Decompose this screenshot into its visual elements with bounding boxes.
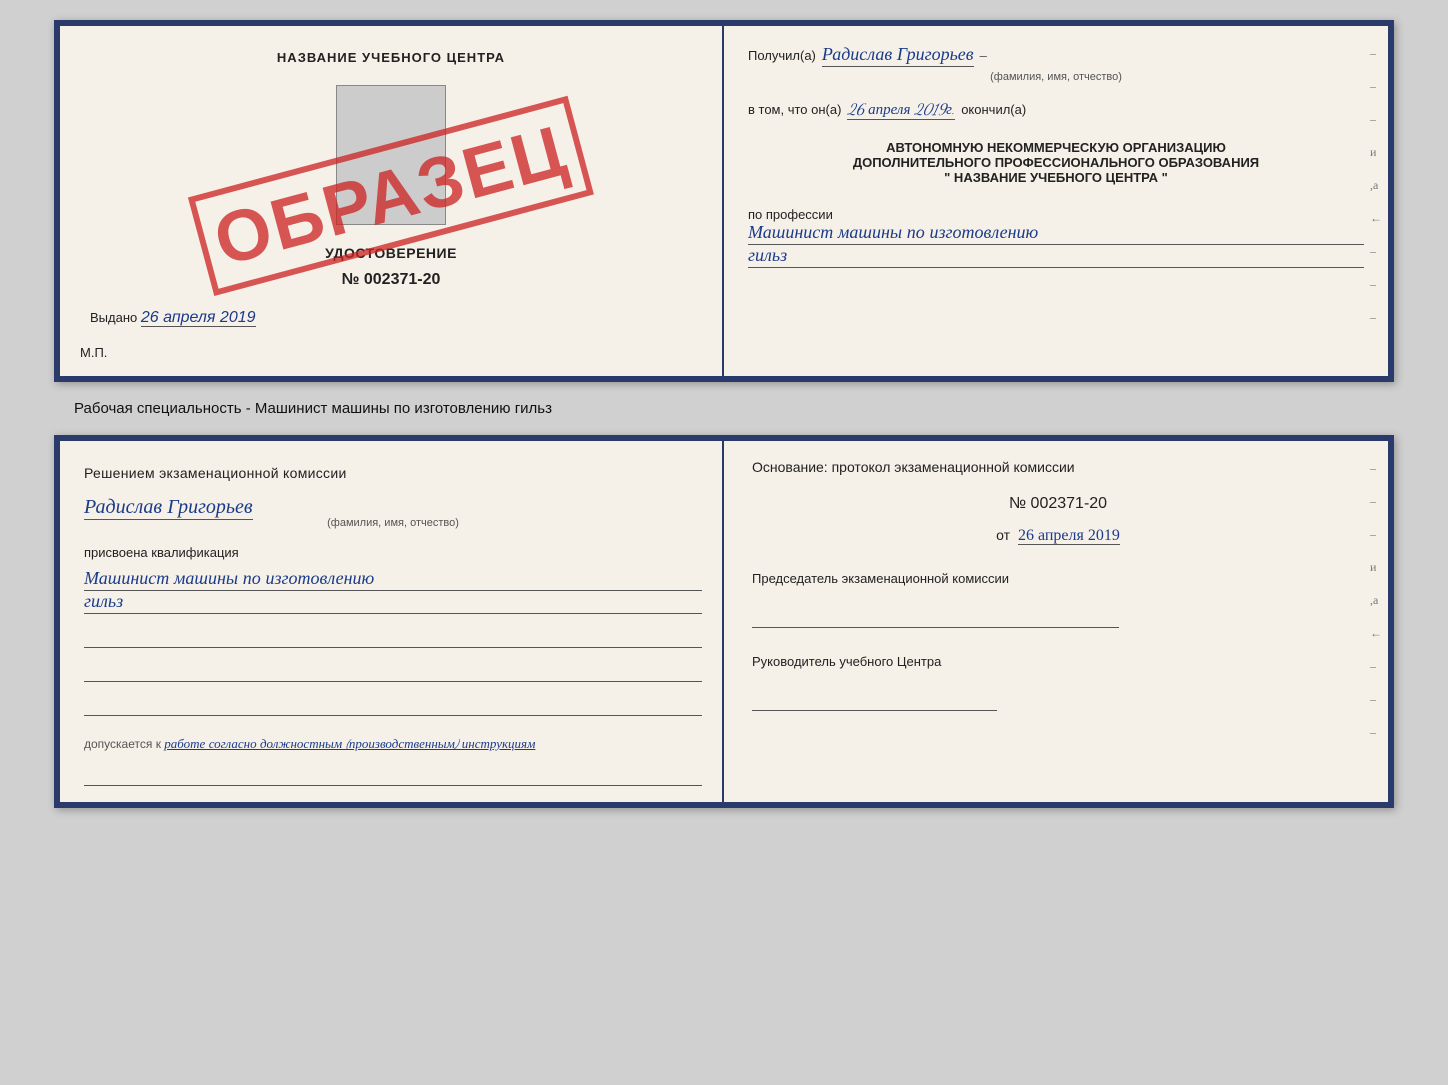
in-that-label: в том, что он(а) xyxy=(748,102,841,117)
top-document: НАЗВАНИЕ УЧЕБНОГО ЦЕНТРА УДОСТОВЕРЕНИЕ №… xyxy=(54,20,1394,382)
allowed-row: допускается к работе согласно должностны… xyxy=(84,736,702,752)
profession-line1: Машинист машины по изготовлению xyxy=(748,222,1364,245)
org-line1: АВТОНОМНУЮ НЕКОММЕРЧЕСКУЮ ОРГАНИЗАЦИЮ xyxy=(748,140,1364,155)
received-label: Получил(а) xyxy=(748,48,816,63)
org-block: АВТОНОМНУЮ НЕКОММЕРЧЕСКУЮ ОРГАНИЗАЦИЮ ДО… xyxy=(748,140,1364,185)
basis-label: Основание: протокол экзаменационной коми… xyxy=(752,459,1364,475)
received-row: Получил(а) Радислав Григорьев – xyxy=(748,44,1364,67)
org-line2: ДОПОЛНИТЕЛЬНОГО ПРОФЕССИОНАЛЬНОГО ОБРАЗО… xyxy=(748,155,1364,170)
blank-line-1 xyxy=(84,626,702,648)
bottom-name-block: Радислав Григорьев (фамилия, имя, отчест… xyxy=(84,495,702,529)
center-head-block: Руководитель учебного Центра xyxy=(752,654,1364,711)
center-head-label: Руководитель учебного Центра xyxy=(752,654,1364,669)
commission-chair-label: Председатель экзаменационной комиссии xyxy=(752,571,1364,586)
protocol-date-prefix: от xyxy=(996,527,1010,543)
issued-date-value: 26 апреля 2019 xyxy=(141,309,256,327)
allowed-text: работе согласно должностным (производств… xyxy=(164,736,535,752)
protocol-number-block: № 002371-20 xyxy=(752,495,1364,513)
bottom-profession-line1: Машинист машины по изготовлению xyxy=(84,568,702,591)
issued-label: Выдано xyxy=(90,310,137,325)
mp-label: М.П. xyxy=(80,345,702,360)
commission-chair-signature-line xyxy=(752,606,1119,628)
completion-date: 26 апреля 2019г. xyxy=(847,101,955,120)
issued-date: Выдано 26 апреля 2019 xyxy=(80,309,702,327)
commission-chair-block: Председатель экзаменационной комиссии xyxy=(752,571,1364,628)
subtitle-text: Рабочая специальность - Машинист машины … xyxy=(20,400,552,417)
allowed-prefix: допускается к xyxy=(84,737,161,751)
name-subtitle: (фамилия, имя, отчество) xyxy=(748,71,1364,83)
in-that-row: в том, что он(а) 26 апреля 2019г. окончи… xyxy=(748,101,1364,120)
top-doc-left: НАЗВАНИЕ УЧЕБНОГО ЦЕНТРА УДОСТОВЕРЕНИЕ №… xyxy=(60,26,724,376)
bottom-document: Решением экзаменационной комиссии Радисл… xyxy=(54,435,1394,808)
protocol-number: № 002371-20 xyxy=(752,495,1364,513)
training-center-heading: НАЗВАНИЕ УЧЕБНОГО ЦЕНТРА xyxy=(80,50,702,65)
cert-number: № 002371-20 xyxy=(80,271,702,289)
bottom-doc-right: Основание: протокол экзаменационной коми… xyxy=(724,441,1388,802)
completed-label: окончил(а) xyxy=(961,102,1026,117)
blank-line-2 xyxy=(84,660,702,682)
protocol-date: 26 апреля 2019 xyxy=(1018,527,1120,545)
top-doc-right: Получил(а) Радислав Григорьев – (фамилия… xyxy=(724,26,1388,376)
photo-placeholder xyxy=(336,85,446,225)
recipient-name: Радислав Григорьев xyxy=(822,44,974,67)
bottom-profession-line2: гильз xyxy=(84,591,702,614)
right-edge-marks: –––и,а←––– xyxy=(1370,46,1382,325)
bottom-right-edge-marks: –––и,а←––– xyxy=(1370,461,1382,740)
protocol-date-row: от 26 апреля 2019 xyxy=(752,527,1364,545)
assigned-label: присвоена квалификация xyxy=(84,545,702,560)
bottom-profession-block: Машинист машины по изготовлению гильз xyxy=(84,568,702,614)
blank-line-3 xyxy=(84,694,702,716)
bottom-doc-left: Решением экзаменационной комиссии Радисл… xyxy=(60,441,724,802)
cert-title: УДОСТОВЕРЕНИЕ xyxy=(80,245,702,261)
profession-block: по профессии Машинист машины по изготовл… xyxy=(748,207,1364,268)
blank-line-4 xyxy=(84,764,702,786)
decision-text: Решением экзаменационной комиссии xyxy=(84,465,702,481)
bottom-recipient-name: Радислав Григорьев xyxy=(84,495,253,520)
org-quote: " НАЗВАНИЕ УЧЕБНОГО ЦЕНТРА " xyxy=(748,170,1364,185)
profession-label: по профессии xyxy=(748,207,1364,222)
center-head-signature-line xyxy=(752,689,997,711)
profession-line2: гильз xyxy=(748,245,1364,268)
